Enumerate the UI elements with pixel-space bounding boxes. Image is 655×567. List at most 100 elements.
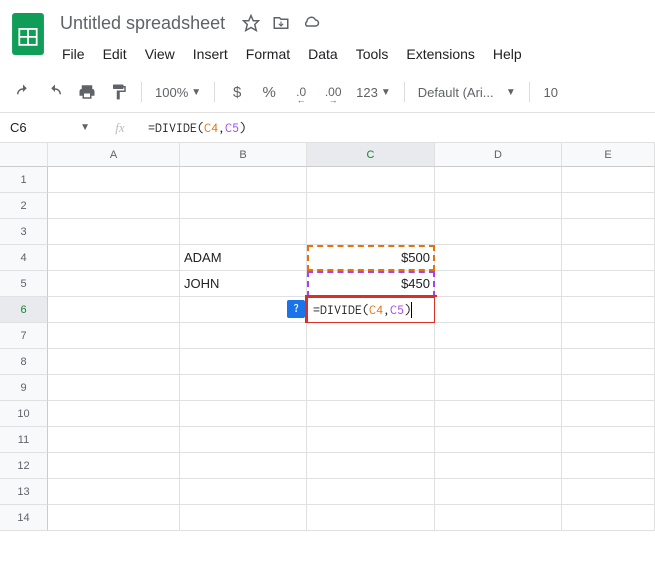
cell[interactable] [48, 375, 180, 401]
cell[interactable] [48, 193, 180, 219]
select-all-corner[interactable] [0, 143, 48, 167]
cell[interactable] [180, 167, 307, 193]
cell[interactable] [435, 167, 562, 193]
cell[interactable] [48, 453, 180, 479]
cell[interactable] [562, 167, 655, 193]
row-header[interactable]: 3 [0, 219, 48, 245]
row-header[interactable]: 13 [0, 479, 48, 505]
name-box[interactable]: C6 ▼ [0, 120, 100, 135]
cell[interactable] [435, 401, 562, 427]
undo-icon[interactable] [8, 78, 38, 106]
cell-C5[interactable]: $450 [307, 271, 435, 297]
cell[interactable] [180, 323, 307, 349]
col-header-B[interactable]: B [180, 143, 307, 167]
row-header[interactable]: 4 [0, 245, 48, 271]
row-header[interactable]: 10 [0, 401, 48, 427]
cell-B5[interactable]: JOHN [180, 271, 307, 297]
col-header-A[interactable]: A [48, 143, 180, 167]
cell[interactable] [180, 349, 307, 375]
doc-title[interactable]: Untitled spreadsheet [54, 11, 231, 36]
menu-help[interactable]: Help [485, 42, 530, 66]
cell-C6-editing[interactable]: ? =DIVIDE(C4,C5) [307, 297, 435, 323]
menu-insert[interactable]: Insert [185, 42, 236, 66]
cell[interactable] [180, 219, 307, 245]
cell[interactable] [48, 219, 180, 245]
cell[interactable] [48, 505, 180, 531]
cell[interactable] [435, 375, 562, 401]
cell[interactable] [435, 479, 562, 505]
cell[interactable] [48, 427, 180, 453]
row-header[interactable]: 9 [0, 375, 48, 401]
cell[interactable] [435, 271, 562, 297]
cell[interactable] [307, 505, 435, 531]
row-header[interactable]: 8 [0, 349, 48, 375]
row-header[interactable]: 11 [0, 427, 48, 453]
menu-tools[interactable]: Tools [348, 42, 397, 66]
row-header[interactable]: 7 [0, 323, 48, 349]
cell[interactable] [562, 323, 655, 349]
cell[interactable] [435, 219, 562, 245]
cell[interactable] [307, 193, 435, 219]
percent-button[interactable]: % [254, 78, 284, 106]
row-header[interactable]: 2 [0, 193, 48, 219]
cell[interactable] [307, 453, 435, 479]
cell[interactable] [307, 349, 435, 375]
cell[interactable] [48, 167, 180, 193]
print-icon[interactable] [72, 78, 102, 106]
cell[interactable] [435, 427, 562, 453]
cell[interactable] [48, 479, 180, 505]
menu-format[interactable]: Format [238, 42, 298, 66]
cell[interactable] [562, 245, 655, 271]
cell[interactable] [435, 245, 562, 271]
cell[interactable] [562, 453, 655, 479]
cell[interactable] [562, 505, 655, 531]
currency-button[interactable]: $ [222, 78, 252, 106]
cell-B4[interactable]: ADAM [180, 245, 307, 271]
number-format-dropdown[interactable]: 123▼ [350, 78, 397, 106]
cell[interactable] [307, 401, 435, 427]
cell[interactable] [180, 193, 307, 219]
col-header-D[interactable]: D [435, 143, 562, 167]
menu-file[interactable]: File [54, 42, 93, 66]
paint-format-icon[interactable] [104, 78, 134, 106]
menu-data[interactable]: Data [300, 42, 346, 66]
cell[interactable] [48, 349, 180, 375]
cell[interactable] [307, 427, 435, 453]
cell[interactable] [435, 505, 562, 531]
cell[interactable] [435, 453, 562, 479]
cell[interactable] [180, 505, 307, 531]
cell[interactable] [48, 245, 180, 271]
font-size-input[interactable]: 10 [537, 78, 565, 106]
cell[interactable] [435, 297, 562, 323]
menu-extensions[interactable]: Extensions [398, 42, 482, 66]
cell-C4[interactable]: $500 [307, 245, 435, 271]
row-header[interactable]: 14 [0, 505, 48, 531]
increase-decimal-button[interactable]: .00→ [318, 78, 348, 106]
cell[interactable] [180, 427, 307, 453]
row-header[interactable]: 12 [0, 453, 48, 479]
cell[interactable] [435, 193, 562, 219]
row-header[interactable]: 5 [0, 271, 48, 297]
cell[interactable] [48, 297, 180, 323]
cell[interactable] [48, 401, 180, 427]
row-header[interactable]: 1 [0, 167, 48, 193]
col-header-E[interactable]: E [562, 143, 655, 167]
cell[interactable] [48, 323, 180, 349]
formula-input[interactable]: =DIVIDE(C4,C5) [140, 120, 655, 135]
cell[interactable] [307, 219, 435, 245]
cell[interactable] [307, 479, 435, 505]
cell[interactable] [180, 479, 307, 505]
zoom-dropdown[interactable]: 100%▼ [149, 78, 207, 106]
sheets-logo[interactable] [8, 8, 48, 60]
cell[interactable] [562, 297, 655, 323]
cell[interactable] [180, 453, 307, 479]
row-header[interactable]: 6 [0, 297, 48, 323]
cell[interactable] [562, 219, 655, 245]
font-dropdown[interactable]: Default (Ari...▼ [412, 78, 522, 106]
cell[interactable] [307, 323, 435, 349]
decrease-decimal-button[interactable]: .0← [286, 78, 316, 106]
move-icon[interactable] [271, 13, 291, 33]
redo-icon[interactable] [40, 78, 70, 106]
cell[interactable] [562, 479, 655, 505]
cell[interactable] [435, 323, 562, 349]
